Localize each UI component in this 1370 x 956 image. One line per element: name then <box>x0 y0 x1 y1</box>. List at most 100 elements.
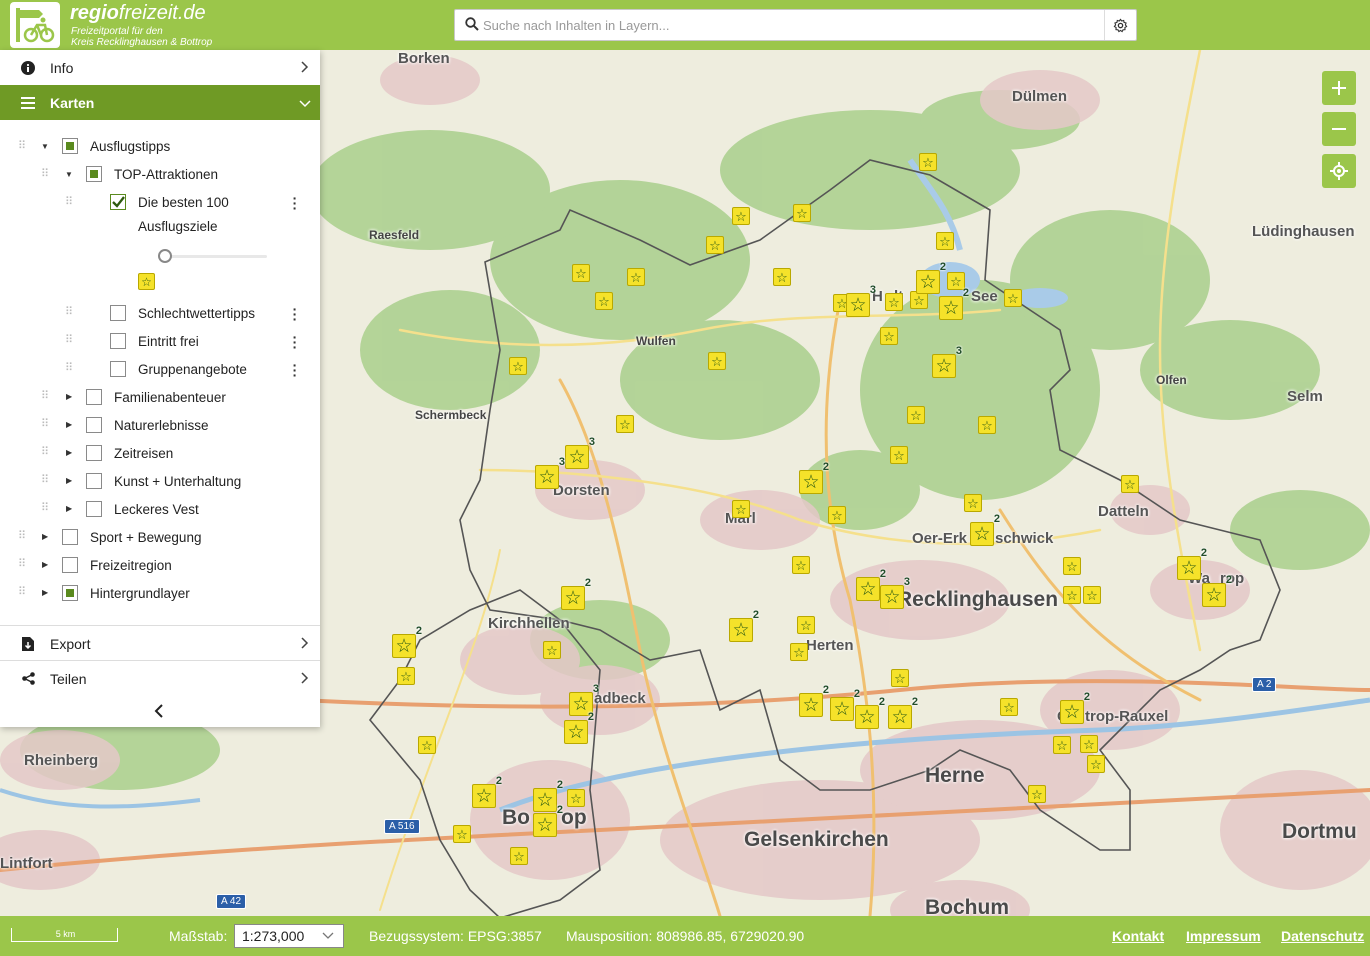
poi-cluster-marker[interactable]: ☆ 2 <box>856 569 886 601</box>
zoom-out-button[interactable] <box>1322 112 1356 146</box>
gear-icon[interactable] <box>1104 10 1136 40</box>
scale-select[interactable]: 1:273,000 <box>234 924 344 948</box>
poi-marker[interactable]: ☆ <box>732 207 750 225</box>
poi-cluster-marker[interactable]: ☆ 3 <box>565 437 595 469</box>
poi-cluster-marker[interactable]: ☆ 2 <box>1060 692 1090 724</box>
checkbox-leckeres-vest[interactable] <box>86 501 102 517</box>
layer-label-kunst-unterhaltung[interactable]: Kunst + Unterhaltung <box>114 474 241 489</box>
poi-cluster-marker[interactable]: ☆ 2 <box>1202 575 1232 607</box>
poi-cluster-marker[interactable]: ☆ 2 <box>533 780 563 812</box>
more-options-icon[interactable]: · · · <box>292 191 298 215</box>
poi-marker[interactable]: ☆ <box>509 357 527 375</box>
accordion-karten[interactable]: Karten <box>0 85 320 120</box>
more-options-icon[interactable]: · · · <box>292 302 298 326</box>
accordion-teilen[interactable]: Teilen <box>0 661 320 696</box>
checkbox-familienabenteuer[interactable] <box>86 389 102 405</box>
checkbox-die-besten-100[interactable] <box>110 194 126 210</box>
zoom-in-button[interactable] <box>1322 71 1356 105</box>
caret-right-icon[interactable]: ▶ <box>66 392 76 402</box>
drag-handle-icon[interactable]: ⠿ <box>65 335 75 346</box>
layer-label-sport-bewegung[interactable]: Sport + Bewegung <box>90 530 201 545</box>
poi-cluster-marker[interactable]: ☆ 2 <box>916 262 946 294</box>
poi-marker[interactable]: ☆ <box>1028 785 1046 803</box>
caret-down-icon[interactable]: ▼ <box>41 142 51 152</box>
drag-handle-icon[interactable]: ⠿ <box>18 559 28 570</box>
poi-cluster-marker[interactable]: ☆ 2 <box>970 514 1000 546</box>
poi-marker[interactable]: ☆ <box>828 506 846 524</box>
poi-marker[interactable]: ☆ <box>919 153 937 171</box>
poi-cluster-marker[interactable]: ☆ 2 <box>888 697 918 729</box>
poi-cluster-marker[interactable]: ☆ 2 <box>799 685 829 717</box>
accordion-export[interactable]: Export <box>0 626 320 661</box>
accordion-info[interactable]: Info <box>0 50 320 85</box>
opacity-slider-thumb[interactable] <box>158 249 172 263</box>
poi-marker[interactable]: ☆ <box>790 643 808 661</box>
brand-name[interactable]: regiofreizeit.de <box>70 2 206 25</box>
poi-marker[interactable]: ☆ <box>936 232 954 250</box>
poi-cluster-marker[interactable]: ☆ 2 <box>855 697 885 729</box>
poi-marker[interactable]: ☆ <box>1063 586 1081 604</box>
layer-label-naturerlebnisse[interactable]: Naturerlebnisse <box>114 418 209 433</box>
poi-marker[interactable]: ☆ <box>397 667 415 685</box>
layer-label-die-besten-100[interactable]: Die besten 100 <box>138 195 229 210</box>
poi-cluster-marker[interactable]: ☆ 2 <box>1177 548 1207 580</box>
poi-marker[interactable]: ☆ <box>418 736 436 754</box>
drag-handle-icon[interactable]: ⠿ <box>65 197 75 208</box>
drag-handle-icon[interactable]: ⠿ <box>65 363 75 374</box>
more-options-icon[interactable]: · · · <box>292 330 298 354</box>
caret-down-icon[interactable]: ▼ <box>65 170 75 180</box>
poi-marker[interactable]: ☆ <box>453 825 471 843</box>
drag-handle-icon[interactable]: ⠿ <box>41 419 51 430</box>
checkbox-freizeitregion[interactable] <box>62 557 78 573</box>
collapse-panel-icon[interactable] <box>154 704 164 723</box>
poi-cluster-marker[interactable]: ☆ 3 <box>846 285 876 317</box>
caret-right-icon[interactable]: ▶ <box>66 448 76 458</box>
poi-marker[interactable]: ☆ <box>907 406 925 424</box>
poi-marker[interactable]: ☆ <box>595 292 613 310</box>
poi-cluster-marker[interactable]: ☆ 2 <box>729 610 759 642</box>
poi-marker[interactable]: ☆ <box>567 789 585 807</box>
poi-cluster-marker[interactable]: ☆ 2 <box>564 712 594 744</box>
layer-label-zeitreisen[interactable]: Zeitreisen <box>114 446 173 461</box>
datenschutz-link[interactable]: Datenschutz <box>1281 928 1364 944</box>
poi-cluster-marker[interactable]: ☆ 3 <box>535 457 565 489</box>
caret-right-icon[interactable]: ▶ <box>66 476 76 486</box>
poi-marker[interactable]: ☆ <box>978 416 996 434</box>
drag-handle-icon[interactable]: ⠿ <box>41 503 51 514</box>
checkbox-hintergrundlayer[interactable] <box>62 585 78 601</box>
poi-marker[interactable]: ☆ <box>773 268 791 286</box>
layer-label-eintritt-frei[interactable]: Eintritt frei <box>138 334 199 349</box>
poi-marker[interactable]: ☆ <box>880 327 898 345</box>
layer-label-die-besten-100-line2[interactable]: Ausflugsziele <box>138 219 218 234</box>
drag-handle-icon[interactable]: ⠿ <box>41 475 51 486</box>
poi-cluster-marker[interactable]: ☆ 3 <box>932 346 962 378</box>
locate-button[interactable] <box>1322 154 1356 188</box>
poi-cluster-marker[interactable]: ☆ 2 <box>561 578 591 610</box>
layer-label-schlechtwettertipps[interactable]: Schlechtwettertipps <box>138 306 255 321</box>
poi-marker[interactable]: ☆ <box>1063 557 1081 575</box>
logo-icon[interactable] <box>10 2 60 48</box>
checkbox-ausflugstipps[interactable] <box>62 138 78 154</box>
poi-cluster-marker[interactable]: ☆ 2 <box>799 462 829 494</box>
checkbox-kunst-unterhaltung[interactable] <box>86 473 102 489</box>
caret-right-icon[interactable]: ▶ <box>66 504 76 514</box>
poi-cluster-marker[interactable]: ☆ 3 <box>880 577 910 609</box>
drag-handle-icon[interactable]: ⠿ <box>18 531 28 542</box>
layer-label-ausflugstipps[interactable]: Ausflugstipps <box>90 139 170 154</box>
poi-marker[interactable]: ☆ <box>627 268 645 286</box>
caret-right-icon[interactable]: ▶ <box>66 420 76 430</box>
opacity-slider-track[interactable] <box>165 255 267 258</box>
checkbox-zeitreisen[interactable] <box>86 445 102 461</box>
drag-handle-icon[interactable]: ⠿ <box>41 391 51 402</box>
poi-marker[interactable]: ☆ <box>1080 735 1098 753</box>
kontakt-link[interactable]: Kontakt <box>1112 928 1164 944</box>
layer-label-freizeitregion[interactable]: Freizeitregion <box>90 558 172 573</box>
impressum-link[interactable]: Impressum <box>1186 928 1261 944</box>
drag-handle-icon[interactable]: ⠿ <box>41 447 51 458</box>
layer-label-top-attraktionen[interactable]: TOP-Attraktionen <box>114 167 218 182</box>
poi-marker[interactable]: ☆ <box>1053 736 1071 754</box>
poi-marker[interactable]: ☆ <box>1121 475 1139 493</box>
poi-marker[interactable]: ☆ <box>616 415 634 433</box>
poi-marker[interactable]: ☆ <box>792 556 810 574</box>
checkbox-gruppenangebote[interactable] <box>110 361 126 377</box>
